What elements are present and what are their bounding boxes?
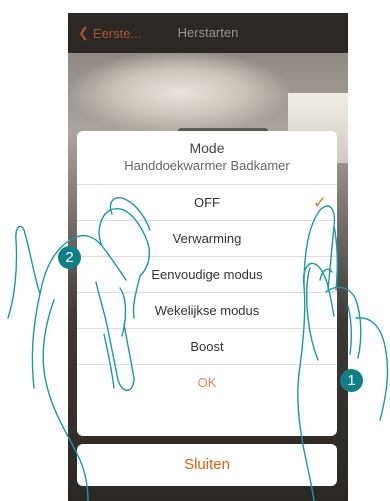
dialog-subtitle: Handdoekwarmer Badkamer bbox=[124, 158, 290, 173]
phone-screen: ❮ Eerste... Herstarten Mode Handdoekwarm… bbox=[68, 13, 348, 501]
header-bar: ❮ Eerste... Herstarten bbox=[68, 13, 348, 53]
option-label: Wekelijkse modus bbox=[154, 303, 260, 318]
close-button[interactable]: Sluiten bbox=[77, 444, 337, 486]
option-label: Boost bbox=[190, 339, 224, 354]
screen-title: Herstarten bbox=[177, 25, 239, 40]
dialog-header: Mode Handdoekwarmer Badkamer bbox=[77, 131, 337, 185]
option-wekelijkse-modus[interactable]: Wekelijkse modus bbox=[77, 293, 337, 329]
ok-label: OK bbox=[197, 375, 217, 390]
close-label: Sluiten bbox=[184, 456, 230, 473]
option-eenvoudige-modus[interactable]: Eenvoudige modus bbox=[77, 257, 337, 293]
mode-dialog: Mode Handdoekwarmer Badkamer OFF ✓ Verwa… bbox=[77, 131, 337, 436]
option-label: Verwarming bbox=[172, 231, 242, 246]
option-verwarming[interactable]: Verwarming bbox=[77, 221, 337, 257]
option-label: Eenvoudige modus bbox=[151, 267, 263, 282]
checkmark-icon: ✓ bbox=[312, 193, 327, 212]
step-badge-1: 1 bbox=[340, 369, 363, 392]
option-label: OFF bbox=[194, 195, 220, 210]
ok-button[interactable]: OK bbox=[77, 365, 337, 401]
dialog-title: Mode bbox=[189, 140, 225, 156]
option-off[interactable]: OFF ✓ bbox=[77, 185, 337, 221]
step-badge-2: 2 bbox=[58, 246, 81, 269]
option-boost[interactable]: Boost bbox=[77, 329, 337, 365]
